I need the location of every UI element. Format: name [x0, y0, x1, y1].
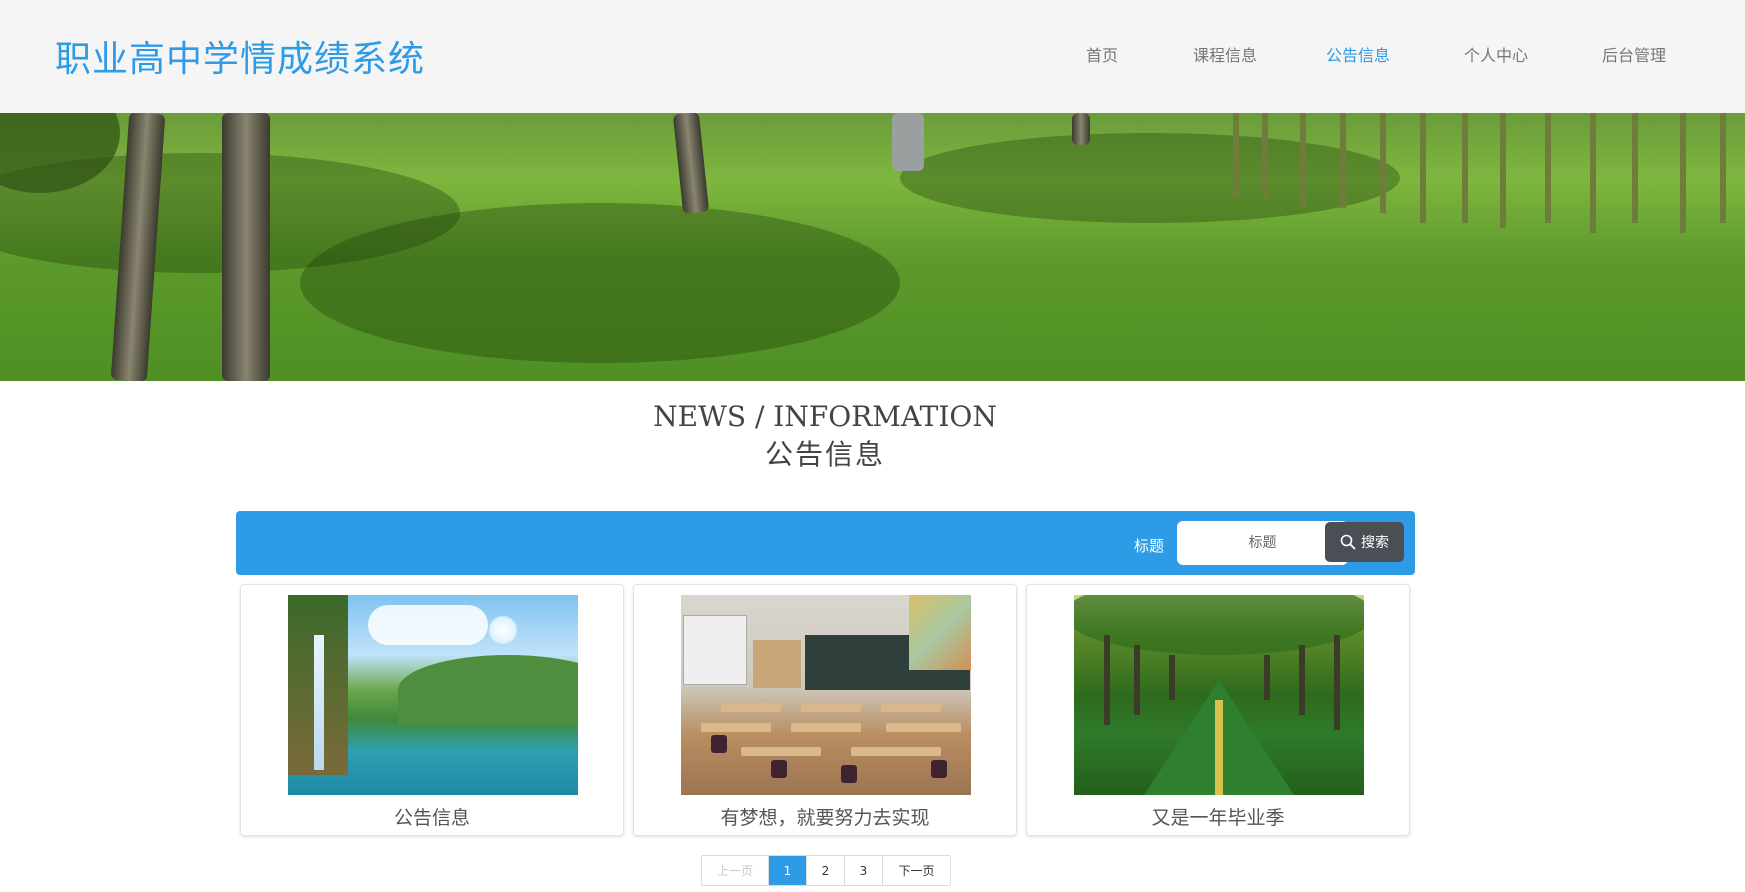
search-button-label: 搜索 — [1361, 535, 1389, 551]
search-button[interactable]: 搜索 — [1325, 522, 1404, 562]
page-3-button[interactable]: 3 — [845, 856, 883, 885]
classroom-image[interactable] — [681, 595, 971, 795]
card-title[interactable]: 有梦想，就要努力去实现 — [634, 803, 1016, 830]
prev-page-button: 上一页 — [702, 856, 769, 885]
site-header: 职业高中学情成绩系统 首页 课程信息 公告信息 个人中心 后台管理 — [0, 0, 1745, 113]
section-title-cn: 公告信息 — [764, 438, 885, 471]
pagination: 上一页 1 2 3 下一页 — [701, 855, 951, 886]
waterfall-lake-image[interactable] — [288, 595, 578, 795]
title-search-input[interactable] — [1177, 521, 1348, 565]
nav-item-home[interactable]: 首页 — [1086, 42, 1118, 66]
nav-item-announcements[interactable]: 公告信息 — [1326, 42, 1390, 66]
main-nav: 首页 课程信息 公告信息 个人中心 后台管理 — [0, 42, 1745, 66]
next-page-button[interactable]: 下一页 — [883, 856, 950, 885]
nav-item-admin[interactable]: 后台管理 — [1602, 42, 1666, 66]
section-title-en: NEWS / INFORMATION — [653, 400, 997, 433]
search-icon — [1340, 534, 1356, 550]
search-bar: 标题 搜索 — [236, 511, 1415, 575]
announcement-card[interactable]: 有梦想，就要努力去实现 — [633, 584, 1017, 836]
card-title[interactable]: 公告信息 — [241, 803, 623, 830]
page-1-button[interactable]: 1 — [769, 856, 807, 885]
announcement-card[interactable]: 又是一年毕业季 — [1026, 584, 1410, 836]
search-label: 标题 — [1134, 537, 1165, 555]
banner-image — [0, 113, 1745, 381]
nav-item-profile[interactable]: 个人中心 — [1464, 42, 1528, 66]
page-2-button[interactable]: 2 — [807, 856, 845, 885]
announcement-card[interactable]: 公告信息 — [240, 584, 624, 836]
nav-item-courses[interactable]: 课程信息 — [1193, 42, 1257, 66]
card-title[interactable]: 又是一年毕业季 — [1027, 803, 1409, 830]
tree-avenue-image[interactable] — [1074, 595, 1364, 795]
